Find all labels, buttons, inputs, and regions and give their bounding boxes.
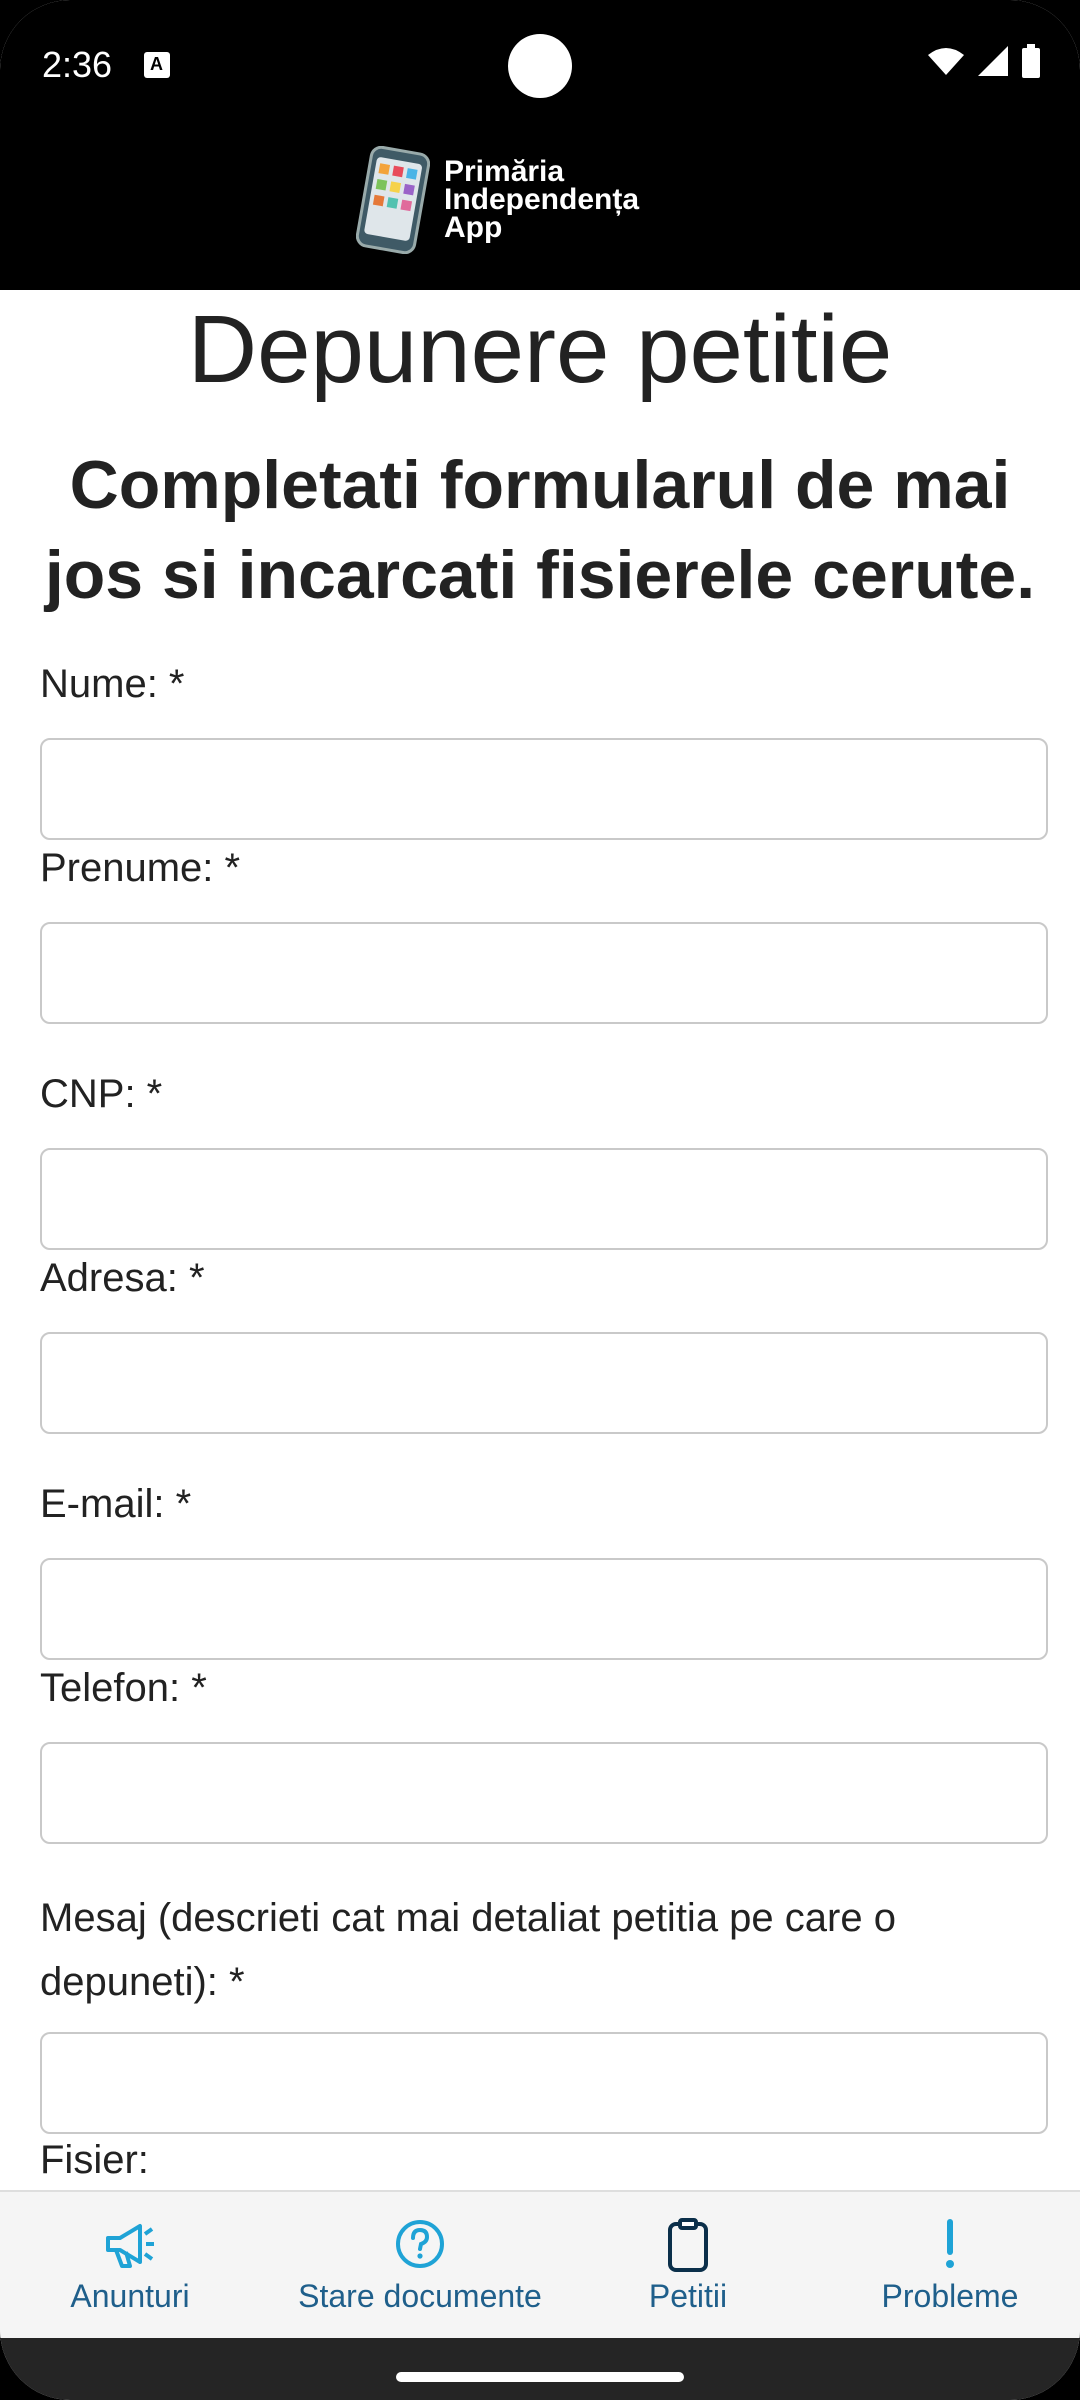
help-circle-icon	[396, 2220, 444, 2268]
adresa-label: Adresa: *	[40, 1256, 205, 1300]
page-title: Depunere petitie	[187, 296, 893, 403]
email-input[interactable]	[40, 1558, 1048, 1660]
phone-logo-icon	[356, 146, 430, 254]
megaphone-icon	[106, 2224, 154, 2268]
signal-icon	[978, 46, 1008, 76]
camera-cutout	[508, 34, 572, 98]
nav-anunturi-label: Anunturi	[70, 2278, 190, 2314]
nav-petitii[interactable]: Petitii	[558, 2216, 818, 2315]
mesaj-input[interactable]	[40, 2032, 1048, 2134]
nav-stare-documente[interactable]: Stare documente	[290, 2216, 550, 2315]
clipboard-icon	[668, 2218, 708, 2272]
nav-petitii-label: Petitii	[648, 2278, 728, 2314]
home-handle[interactable]	[396, 2372, 684, 2382]
app-header: Primăria Independența App	[0, 136, 1080, 290]
app-logo: Primăria Independența App	[356, 146, 639, 254]
logo-line-2: Independența	[444, 183, 640, 216]
cnp-input[interactable]	[40, 1148, 1048, 1250]
prenume-label: Prenume: *	[40, 846, 241, 890]
gesture-bar	[0, 2338, 1080, 2400]
nav-probleme-label: Probleme	[881, 2278, 1019, 2314]
status-time: 2:36	[42, 44, 113, 85]
fisier-label: Fisier:	[40, 2138, 149, 2182]
nume-label: Nume: *	[40, 662, 185, 706]
exclamation-icon	[946, 2219, 954, 2268]
battery-icon	[1022, 44, 1040, 78]
telefon-input[interactable]	[40, 1742, 1048, 1844]
app-screen: 2:36 A Primăria Independența App Depuner…	[0, 0, 1080, 2400]
status-bar: 2:36	[0, 0, 1080, 136]
logo-line-3: App	[444, 211, 503, 244]
nav-anunturi[interactable]: Anunturi	[0, 2216, 260, 2315]
page-subtitle: Completati formularul de mai jos si inca…	[44, 447, 1036, 613]
wifi-icon	[928, 48, 964, 75]
bottom-navigation: Anunturi Stare documente Petitii Problem…	[0, 2190, 1080, 2340]
logo-line-1: Primăria	[444, 155, 565, 188]
cnp-label: CNP: *	[40, 1072, 163, 1116]
logo-text: Primăria Independența App	[444, 155, 640, 244]
a-icon	[144, 52, 170, 78]
nav-probleme[interactable]: Probleme	[820, 2216, 1080, 2315]
adresa-input[interactable]	[40, 1332, 1048, 1434]
telefon-label: Telefon: *	[40, 1666, 207, 1710]
email-label: E-mail: *	[40, 1482, 192, 1526]
nume-input[interactable]	[40, 738, 1048, 840]
prenume-input[interactable]	[40, 922, 1048, 1024]
petition-form-page: Depunere petitie Completati formularul d…	[0, 290, 1080, 2190]
nav-stare-documente-label: Stare documente	[298, 2278, 542, 2314]
status-icons	[928, 44, 1040, 78]
mesaj-label: Mesaj (descrieti cat mai detaliat petiti…	[40, 1896, 896, 2004]
